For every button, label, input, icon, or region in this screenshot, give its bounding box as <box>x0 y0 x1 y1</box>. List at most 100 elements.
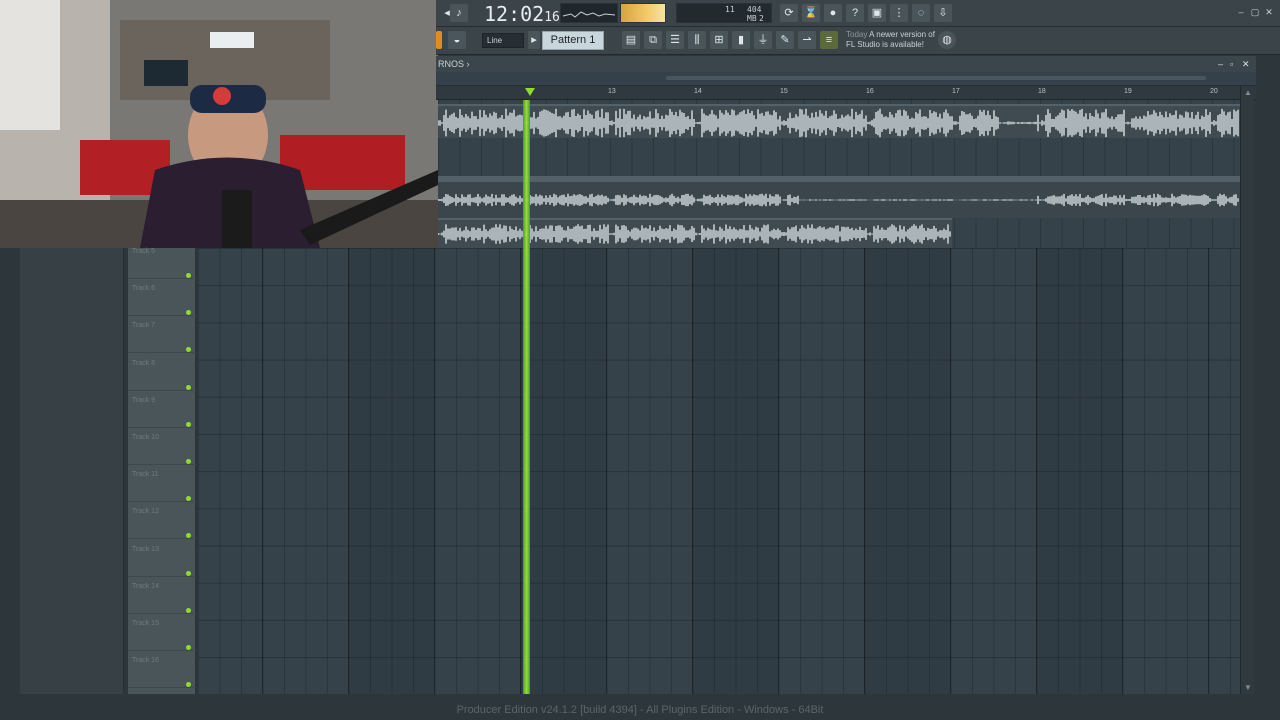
track-label: Track 11 <box>132 471 159 479</box>
secondary-toolbar: ◒ Line ▸ Pattern 1 ▤ ⧉ ☰ ⫼ ⊞ ▮ ⏚ ✎ ⇀ ≡ T… <box>436 27 1280 55</box>
ruler-tick: 13 <box>608 88 616 95</box>
playlist-minimize-icon[interactable]: – <box>1218 56 1223 72</box>
bar-shade <box>348 248 434 694</box>
bar-line <box>262 248 263 694</box>
bar-shade <box>864 248 950 694</box>
help-icon[interactable]: ? <box>846 4 864 22</box>
time-main: 12:02 <box>484 2 545 26</box>
timeline-ruler[interactable]: 13 14 15 16 17 18 19 20 <box>436 86 1256 100</box>
track-header[interactable]: Track 5 <box>128 242 196 279</box>
bar-shade <box>692 248 778 694</box>
update-notice[interactable]: Today A newer version of FL Studio is av… <box>846 30 935 50</box>
file-icon[interactable]: ▮ <box>732 31 750 49</box>
pattern-label: Pattern 1 <box>550 34 596 46</box>
track-label: Track 14 <box>132 582 159 590</box>
song-time-display[interactable]: 12:0216 <box>484 2 560 26</box>
minimize-icon[interactable]: – <box>1236 7 1246 17</box>
track-header[interactable]: Track 15 <box>128 614 196 651</box>
ruler-tick: 18 <box>1038 88 1046 95</box>
status-text: Producer Edition v24.1.2 [build 4394] - … <box>456 704 824 716</box>
piano-roll-icon[interactable]: ⧉ <box>644 31 662 49</box>
download-icon[interactable]: ⇩ <box>934 4 952 22</box>
track-label: Track 10 <box>132 434 159 441</box>
time-sub: 16 <box>544 10 560 25</box>
save-icon[interactable]: ▣ <box>868 4 886 22</box>
track-mute-led-icon[interactable] <box>186 310 191 316</box>
track-mute-led-icon[interactable] <box>186 682 191 688</box>
channel-rack-icon[interactable]: ☰ <box>666 31 684 49</box>
plugin-picker-icon[interactable]: ⊞ <box>710 31 728 49</box>
master-volume-meter <box>620 3 666 23</box>
metronome-icon[interactable]: ⌛ <box>802 4 820 22</box>
close-icon[interactable]: ✕ <box>1264 7 1274 17</box>
playhead-marker-icon[interactable] <box>525 88 535 96</box>
track-mute-led-icon[interactable] <box>186 533 191 539</box>
horizontal-scroll-thumb[interactable] <box>666 76 1206 80</box>
track-header[interactable]: Track 13 <box>128 540 196 577</box>
playlist-close-icon[interactable]: ✕ <box>1242 56 1250 72</box>
oscilloscope <box>560 3 618 23</box>
track-mute-led-icon[interactable] <box>186 273 191 278</box>
waveform <box>438 108 1239 138</box>
track-mute-led-icon[interactable] <box>186 645 191 650</box>
playlist-grid[interactable] <box>198 248 1240 694</box>
track-mute-led-icon[interactable] <box>186 570 191 576</box>
track-mute-led-icon[interactable] <box>186 347 191 353</box>
audio-clip-1[interactable] <box>438 104 1240 138</box>
horizontal-scrollbar[interactable] <box>436 72 1256 86</box>
fl-studio-window: ◂ ♪ 12:0216 11 404 MB 2 ⟳ ⌛ ● ? ▣ ⋮ ◌ ⇩ … <box>0 0 1280 720</box>
vertical-scrollbar[interactable]: ▲ ▼ <box>1240 86 1254 694</box>
pattern-prev-icon[interactable]: ▸ <box>528 31 540 49</box>
track-header[interactable]: Track 8 <box>128 354 196 391</box>
bar-shade <box>520 248 606 694</box>
record-mode-indicator[interactable] <box>436 31 442 49</box>
track-header[interactable]: Track 6 <box>128 279 196 317</box>
browser-panel[interactable] <box>20 248 124 694</box>
bar-line <box>606 248 607 694</box>
ruler-tick: 15 <box>780 88 788 95</box>
plug-icon[interactable]: ⏚ <box>754 31 772 49</box>
chat-icon[interactable]: ◌ <box>912 4 930 22</box>
track-mute-led-icon[interactable] <box>186 384 191 390</box>
mixer-toggle-icon[interactable]: ⫼ <box>688 31 706 49</box>
audio-clip-3[interactable] <box>438 218 952 248</box>
track-mute-led-icon[interactable] <box>186 607 191 613</box>
pencil-icon[interactable]: ✎ <box>776 31 794 49</box>
online-icon[interactable]: ◍ <box>938 31 956 49</box>
track-mute-led-icon[interactable] <box>186 496 191 502</box>
news-today: Today <box>846 30 868 39</box>
tempo-tap-icon[interactable]: ♪ <box>450 4 468 22</box>
bar-line <box>1122 248 1123 694</box>
track-header[interactable]: Track 7 <box>128 316 196 354</box>
microphone-icon[interactable]: ● <box>824 4 842 22</box>
snap-label: Line <box>487 36 503 45</box>
track-mute-led-icon[interactable] <box>186 421 191 427</box>
ruler-tick: 19 <box>1124 88 1132 95</box>
track-header[interactable]: Track 10 <box>128 428 196 465</box>
mixer-icon[interactable]: ⋮ <box>890 4 908 22</box>
track-header[interactable]: Track 14 <box>128 577 196 614</box>
link-icon[interactable]: ⇀ <box>798 31 816 49</box>
pattern-selector[interactable]: Pattern 1 <box>542 31 604 50</box>
scroll-up-icon[interactable]: ▲ <box>1244 88 1252 97</box>
news-icon[interactable]: ≡ <box>820 31 838 49</box>
browser-icon[interactable]: ◒ <box>448 31 466 49</box>
playlist-maximize-icon[interactable]: ▫ <box>1230 56 1233 72</box>
audio-clip-2[interactable] <box>438 176 1240 218</box>
waveform <box>438 193 1239 207</box>
scroll-down-icon[interactable]: ▼ <box>1244 683 1252 692</box>
track-header[interactable]: Track 9 <box>128 391 196 428</box>
snap-selector[interactable]: Line <box>482 33 524 48</box>
track-mute-led-icon[interactable] <box>186 459 191 464</box>
playlist-title: RNOS › <box>438 59 470 69</box>
playhead[interactable] <box>523 100 530 694</box>
track-header[interactable]: Track 16 <box>128 651 196 689</box>
track-header[interactable]: Track 11 <box>128 465 196 503</box>
track-header[interactable]: Track 12 <box>128 502 196 540</box>
ruler-tick: 16 <box>866 88 874 95</box>
ruler-tick: 14 <box>694 88 702 95</box>
track-label: Track 13 <box>132 545 159 553</box>
loop-record-icon[interactable]: ⟳ <box>780 4 798 22</box>
restore-icon[interactable]: ▢ <box>1250 7 1260 17</box>
playlist-icon[interactable]: ▤ <box>622 31 640 49</box>
